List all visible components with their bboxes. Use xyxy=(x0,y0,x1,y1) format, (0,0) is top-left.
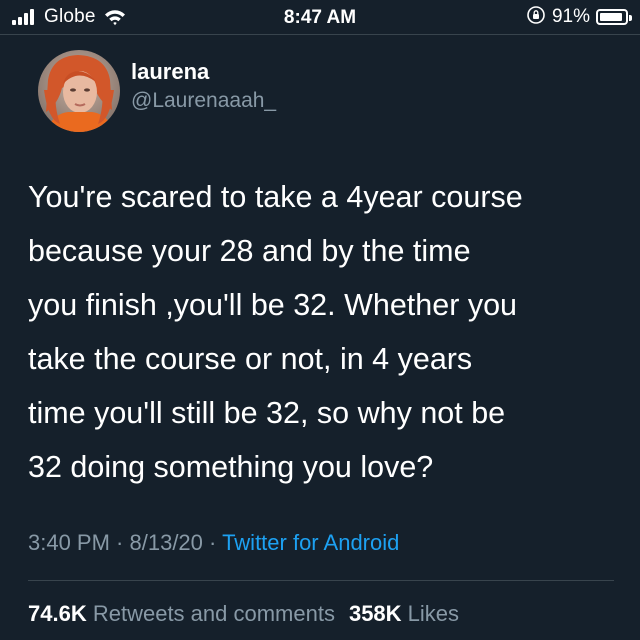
author-handle[interactable]: @Laurenaaah_ xyxy=(131,89,276,113)
status-right: 91% xyxy=(526,5,632,30)
likes-label: Likes xyxy=(407,601,460,626)
tweet-screen: Globe 8:47 AM 91% laurena @Laurenaaah_ Y… xyxy=(0,0,640,640)
status-bar: Globe 8:47 AM 91% xyxy=(0,0,640,34)
meta-separator: · xyxy=(109,530,130,555)
retweets-count: 74.6K xyxy=(28,601,87,626)
battery-fill xyxy=(600,13,622,21)
tweet-text-line: You're scared to take a 4year course xyxy=(28,180,523,214)
tweet-date[interactable]: 8/13/20 xyxy=(130,530,203,555)
likes-count: 358K xyxy=(348,601,402,626)
status-divider xyxy=(0,34,640,35)
author-display-name[interactable]: laurena xyxy=(131,59,209,85)
tweet-time[interactable]: 3:40 PM xyxy=(28,530,110,555)
orientation-lock-icon xyxy=(526,5,546,30)
tweet-text: You're scared to take a 4year course bec… xyxy=(28,170,628,494)
battery-nub xyxy=(629,15,632,21)
stats-divider xyxy=(28,580,614,581)
tweet-text-line: time you'll still be 32, so why not be xyxy=(28,396,506,430)
retweets-label: Retweets and comments xyxy=(92,601,335,626)
battery-icon xyxy=(596,9,632,25)
avatar[interactable] xyxy=(38,50,120,132)
tweet-text-line: take the course or not, in 4 years xyxy=(28,342,473,376)
tweet-source-link[interactable]: Twitter for Android xyxy=(222,530,399,555)
tweet-text-line: 32 doing something you love? xyxy=(28,450,434,484)
tweet-text-line: because your 28 and by the time xyxy=(28,234,471,268)
retweets-stat[interactable]: 74.6K Retweets and comments xyxy=(28,601,335,626)
battery-percent: 91% xyxy=(551,6,590,27)
tweet-text-line: you finish ,you'll be 32. Whether you xyxy=(28,288,518,322)
tweet-meta: 3:40 PM · 8/13/20 · Twitter for Android xyxy=(28,530,399,556)
tweet-stats: 74.6K Retweets and comments 358K Likes xyxy=(28,601,459,627)
meta-separator: · xyxy=(202,530,223,555)
likes-stat[interactable]: 358K Likes xyxy=(349,601,459,626)
